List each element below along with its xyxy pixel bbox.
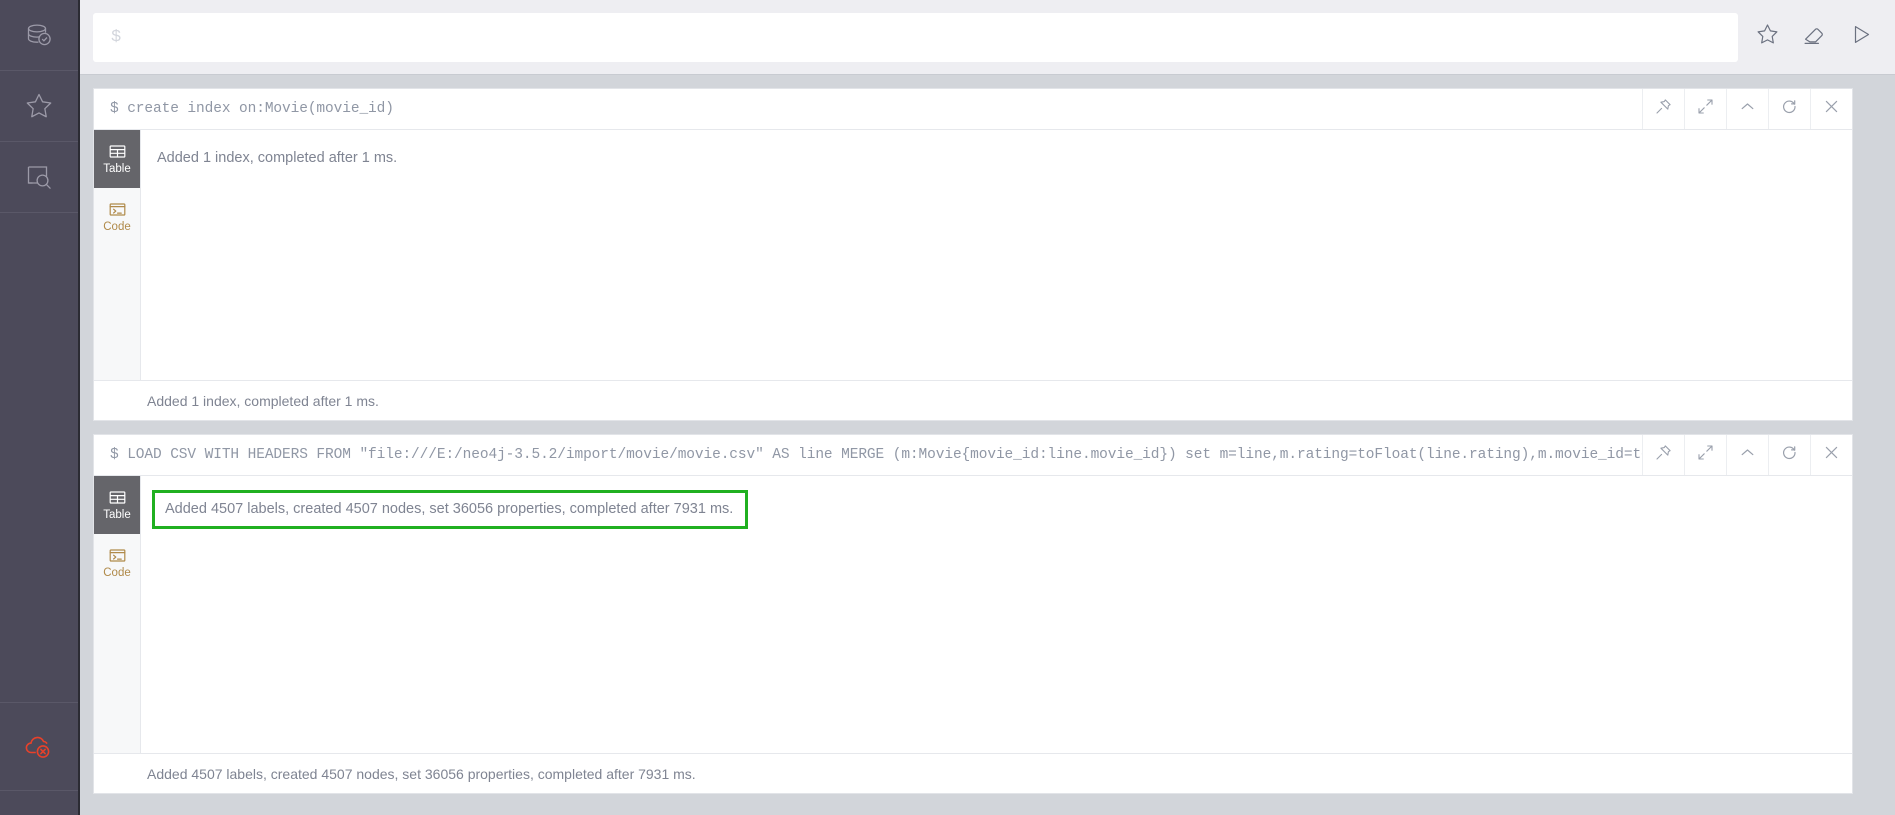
result-view-tabs: Table Code [94,130,141,380]
pin-icon [1655,98,1672,120]
sidebar-spacer [0,213,78,703]
result-view-tabs: Table Code [94,476,141,753]
result-card-footer: Added 4507 labels, created 4507 nodes, s… [94,753,1852,793]
pin-button[interactable] [1642,89,1684,129]
editor-actions [1738,13,1885,62]
document-search-icon [23,161,55,193]
close-icon [1823,98,1840,120]
result-content-area: Added 4507 labels, created 4507 nodes, s… [141,476,1852,753]
code-terminal-icon [108,200,127,219]
pin-icon [1655,444,1672,466]
star-icon [23,90,55,122]
sidebar-tail [0,791,78,815]
app-root: $ $ create index on:Movie(movie_id) Tabl… [0,0,1895,815]
code-tab-label: Code [103,221,131,234]
table-icon [108,488,127,507]
result-card-tools [1642,89,1852,129]
eraser-icon [1802,22,1827,52]
result-card-query: $ LOAD CSV WITH HEADERS FROM "file:///E:… [110,447,1642,463]
run-query-button[interactable] [1838,13,1885,62]
query-editor-bar: $ [80,0,1895,75]
result-card-query: $ create index on:Movie(movie_id) [110,101,394,117]
close-button[interactable] [1810,435,1852,475]
result-message: Added 1 index, completed after 1 ms. [157,150,398,166]
expand-icon [1697,444,1714,466]
result-card: $ create index on:Movie(movie_id) Table … [93,88,1853,421]
favorite-star-icon [1755,22,1780,52]
main-column: $ $ create index on:Movie(movie_id) Tabl… [80,0,1895,815]
table-tab[interactable]: Table [94,130,140,188]
code-tab[interactable]: Code [94,188,140,246]
result-card-header: $ create index on:Movie(movie_id) [94,89,1852,130]
pin-button[interactable] [1642,435,1684,475]
table-tab-label: Table [103,163,131,176]
cloud-disconnected-icon [22,730,56,764]
close-icon [1823,444,1840,466]
sidebar-item-favorites[interactable] [0,71,78,142]
collapse-chevron-up-icon [1739,444,1756,466]
expand-button[interactable] [1684,435,1726,475]
rerun-button[interactable] [1768,435,1810,475]
result-stream[interactable]: $ create index on:Movie(movie_id) Table … [80,75,1895,815]
result-card: $ LOAD CSV WITH HEADERS FROM "file:///E:… [93,434,1853,794]
refresh-icon [1781,444,1798,466]
table-tab-label: Table [103,509,131,522]
left-sidebar [0,0,80,815]
code-tab-label: Code [103,567,131,580]
database-check-icon [23,19,55,51]
result-card-footer: Added 1 index, completed after 1 ms. [94,380,1852,420]
collapse-chevron-up-icon [1739,98,1756,120]
result-card-tools [1642,435,1852,475]
collapse-button[interactable] [1726,435,1768,475]
sidebar-item-documents[interactable] [0,142,78,213]
query-editor-input[interactable]: $ [93,12,1738,62]
table-icon [108,142,127,161]
code-terminal-icon [108,546,127,565]
result-message-highlighted: Added 4507 labels, created 4507 nodes, s… [152,490,749,529]
sidebar-item-connection-status[interactable] [0,703,78,791]
editor-prompt-symbol: $ [111,27,122,47]
favorite-star-button[interactable] [1744,13,1791,62]
collapse-button[interactable] [1726,89,1768,129]
result-card-body: Table Code [94,476,1852,753]
expand-button[interactable] [1684,89,1726,129]
result-card-header: $ LOAD CSV WITH HEADERS FROM "file:///E:… [94,435,1852,476]
sidebar-item-database[interactable] [0,0,78,71]
clear-editor-button[interactable] [1791,13,1838,62]
table-tab[interactable]: Table [94,476,140,534]
close-button[interactable] [1810,89,1852,129]
expand-icon [1697,98,1714,120]
code-tab[interactable]: Code [94,534,140,592]
result-card-body: Table Code [94,130,1852,380]
run-play-icon [1849,22,1874,52]
refresh-icon [1781,98,1798,120]
result-content-area: Added 1 index, completed after 1 ms. [141,130,1852,380]
rerun-button[interactable] [1768,89,1810,129]
